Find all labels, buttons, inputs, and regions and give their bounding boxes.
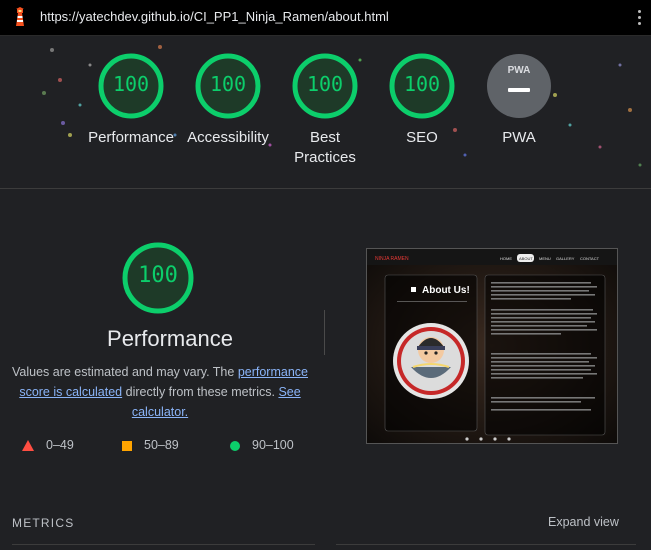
desc-text: directly from these metrics.: [122, 385, 279, 399]
seo-score: 100: [403, 72, 441, 96]
desc-text: Values are estimated and may vary. The: [12, 365, 238, 379]
thumb-brand: NINJA RAMEN: [375, 256, 409, 262]
main-performance-score: 100: [138, 263, 178, 288]
page-screenshot-thumbnail[interactable]: NINJA RAMEN HOME ABOUT MENU GALLERY CONT…: [366, 248, 618, 444]
thumb-nav-gallery: GALLERY: [556, 256, 575, 261]
vertical-divider: [324, 310, 325, 355]
pwa-gauge[interactable]: PWA PWA: [486, 53, 552, 146]
section-divider: [0, 188, 651, 189]
browser-header: https://yatechdev.github.io/CI_PP1_Ninja…: [0, 0, 651, 36]
legend-range: 50–89: [144, 438, 179, 452]
accessibility-score: 100: [209, 72, 247, 96]
legend-range: 0–49: [46, 438, 74, 452]
performance-score: 100: [112, 72, 150, 96]
metrics-heading: METRICS: [12, 516, 75, 530]
legend-range: 90–100: [252, 438, 294, 452]
pwa-badge-icon: [487, 54, 551, 118]
performance-gauge[interactable]: 100 Performance: [88, 53, 174, 146]
pwa-label: PWA: [502, 129, 536, 146]
legend-pass: 90–100: [230, 438, 294, 452]
main-performance-gauge: 100: [122, 242, 194, 314]
metrics-divider-left: [12, 544, 315, 545]
expand-view-toggle[interactable]: Expand view: [548, 515, 619, 529]
triangle-icon: [22, 440, 34, 452]
pwa-badge-text: PWA: [507, 65, 531, 76]
accessibility-gauge[interactable]: 100 Accessibility: [187, 53, 269, 146]
thumb-nav-contact: CONTACT: [580, 256, 600, 261]
score-gauges: 100 Performance 100 Accessibility 100 Be…: [0, 35, 651, 188]
best-practices-gauge[interactable]: 100 Best Practices: [292, 53, 358, 166]
square-icon: [122, 440, 132, 451]
thumb-nav-about: ABOUT: [519, 256, 533, 261]
score-description: Values are estimated and may vary. The p…: [10, 362, 310, 422]
metrics-divider-right: [336, 544, 636, 545]
website-preview-image: NINJA RAMEN HOME ABOUT MENU GALLERY CONT…: [367, 249, 617, 443]
legend-average: 50–89: [122, 438, 179, 452]
page-url[interactable]: https://yatechdev.github.io/CI_PP1_Ninja…: [40, 9, 389, 24]
best-practices-score: 100: [306, 72, 344, 96]
lighthouse-icon: [16, 7, 24, 26]
thumb-nav-home: HOME: [500, 256, 512, 261]
main-performance-title: Performance: [107, 326, 233, 351]
thumb-nav-menu: MENU: [539, 256, 551, 261]
circle-icon: [230, 440, 240, 451]
seo-gauge[interactable]: 100 SEO: [389, 53, 455, 146]
kebab-menu-icon[interactable]: [637, 10, 643, 26]
thumb-heading: About Us!: [422, 285, 470, 296]
legend-fail: 0–49: [22, 438, 74, 452]
